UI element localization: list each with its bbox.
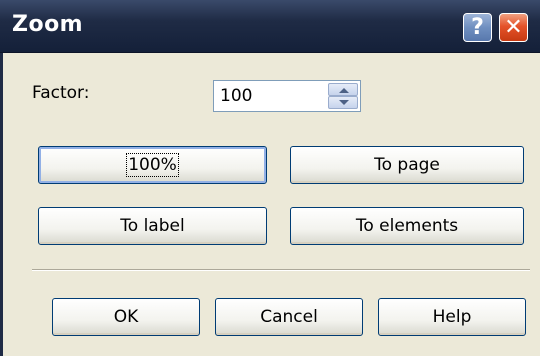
- to-page-label: To page: [374, 155, 440, 175]
- chevron-down-icon: [339, 100, 349, 105]
- help-button[interactable]: Help: [378, 298, 526, 336]
- title-bar[interactable]: Zoom ? ✕: [0, 0, 540, 53]
- help-glyph: ?: [471, 15, 484, 40]
- to-elements-label: To elements: [355, 216, 459, 236]
- factor-label: Factor:: [32, 83, 90, 103]
- chevron-up-icon: [339, 88, 349, 93]
- close-icon[interactable]: ✕: [499, 13, 528, 42]
- zoom-dialog: Zoom ? ✕ Factor: 100 100% To page To lab…: [0, 0, 540, 356]
- help-icon[interactable]: ?: [463, 13, 492, 42]
- zoom-100-label: 100%: [126, 153, 179, 177]
- factor-spinner[interactable]: [328, 83, 358, 109]
- ok-label: OK: [113, 307, 139, 327]
- dialog-title: Zoom: [12, 12, 84, 37]
- cancel-label: Cancel: [260, 307, 318, 327]
- to-label-label: To label: [120, 216, 185, 236]
- separator: [32, 269, 530, 271]
- ok-button[interactable]: OK: [52, 298, 200, 336]
- to-elements-button[interactable]: To elements: [290, 207, 524, 245]
- to-label-button[interactable]: To label: [38, 207, 267, 245]
- zoom-100-button[interactable]: 100%: [38, 146, 267, 184]
- spin-down-button[interactable]: [328, 96, 358, 109]
- to-page-button[interactable]: To page: [290, 146, 524, 184]
- help-label: Help: [432, 307, 472, 327]
- close-glyph: ✕: [504, 15, 523, 40]
- cancel-button[interactable]: Cancel: [215, 298, 363, 336]
- factor-value[interactable]: 100: [220, 86, 252, 106]
- factor-input[interactable]: 100: [213, 80, 361, 112]
- spin-up-button[interactable]: [328, 83, 358, 96]
